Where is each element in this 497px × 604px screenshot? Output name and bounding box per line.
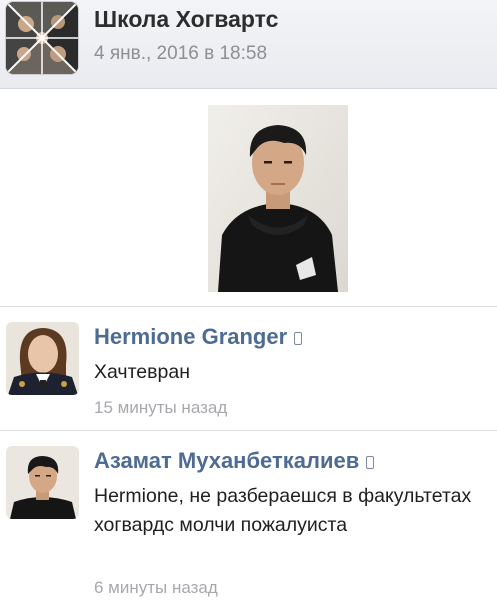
post-photo[interactable] [208, 105, 348, 292]
divider [0, 306, 497, 307]
mobile-icon [366, 456, 375, 469]
divider [0, 430, 497, 431]
avatar[interactable] [6, 446, 79, 519]
comment-time: 15 минуты назад [94, 398, 228, 417]
comment-author[interactable]: Азамат Муханбеткалиев [94, 448, 359, 474]
comment-text: Хачтевран [94, 361, 190, 383]
avatar[interactable] [6, 322, 79, 395]
group-name[interactable]: Школа Хогвартс [94, 6, 278, 33]
comment-author-row: Азамат Муханбеткалиев [94, 448, 375, 474]
comment-text: Hermione, не разбераешся в факультетах х… [94, 485, 472, 536]
mobile-icon [294, 332, 303, 345]
comment-author[interactable]: Hermione Granger [94, 324, 287, 350]
group-avatar[interactable] [6, 2, 78, 74]
post-header: Школа Хогвартс 4 янв., 2016 в 18:58 [0, 0, 497, 89]
post-date: 4 янв., 2016 в 18:58 [94, 43, 268, 64]
comment-time: 6 минуты назад [94, 578, 218, 597]
comment-author-row: Hermione Granger [94, 324, 303, 350]
